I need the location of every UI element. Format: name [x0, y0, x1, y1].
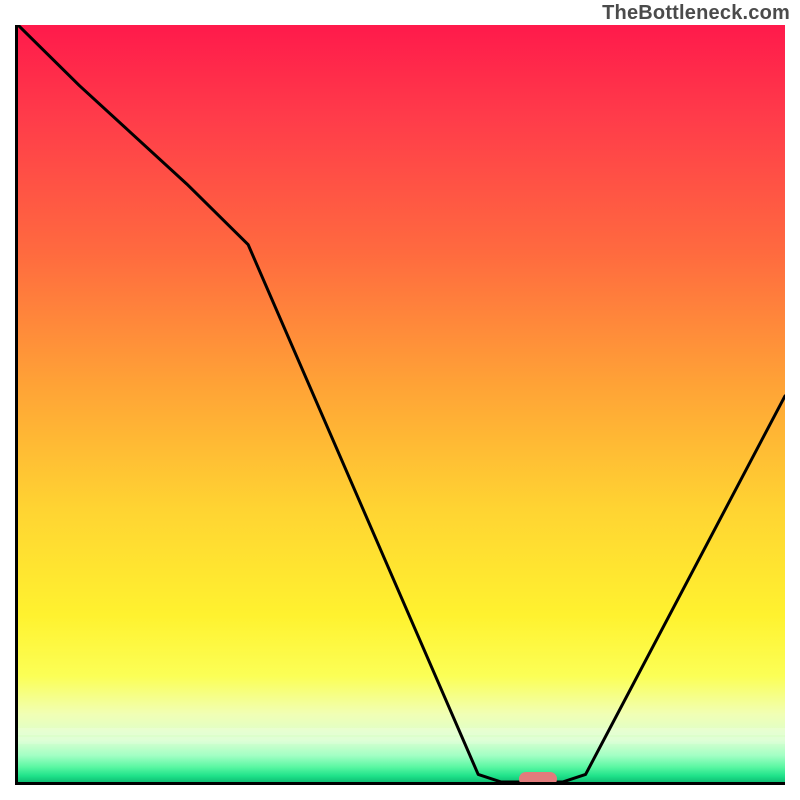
- optimal-marker: [519, 772, 558, 785]
- bottleneck-curve-path: [18, 25, 785, 782]
- curve-svg: [18, 25, 785, 782]
- watermark-text: TheBottleneck.com: [602, 2, 790, 25]
- chart-container: TheBottleneck.com: [0, 0, 800, 800]
- plot-area: [15, 25, 785, 785]
